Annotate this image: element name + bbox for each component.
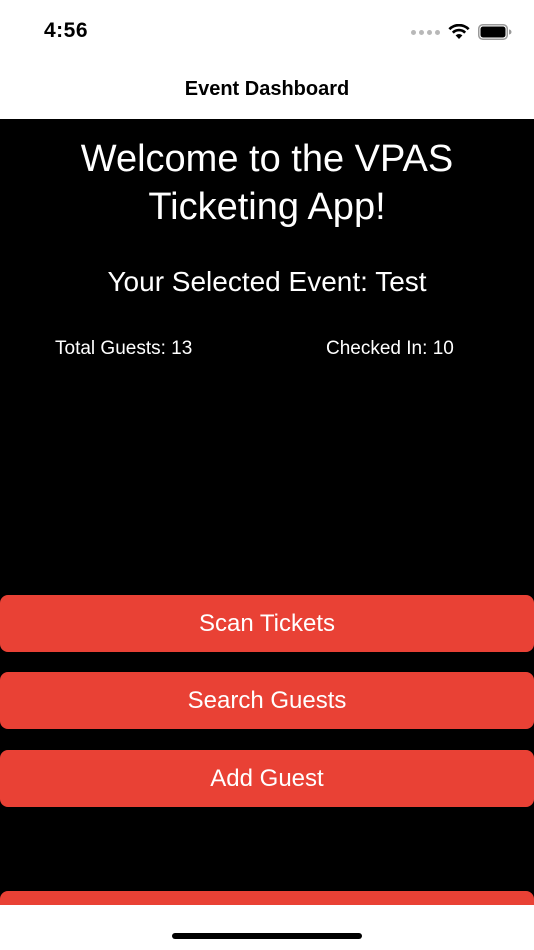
search-guests-button[interactable]: Search Guests (0, 672, 534, 729)
checked-in-stat: Checked In: 10 (326, 337, 454, 361)
status-icons (411, 22, 512, 42)
add-guest-button[interactable]: Add Guest (0, 750, 534, 807)
home-indicator[interactable] (172, 933, 362, 939)
total-guests-label: Total Guests: (55, 338, 166, 359)
wifi-icon (448, 24, 470, 39)
selected-event-label: Your Selected Event: (107, 266, 368, 297)
checked-in-value: 10 (432, 338, 454, 359)
total-guests-value: 13 (171, 338, 193, 359)
page-title: Event Dashboard (184, 78, 350, 100)
navigation-bar: Event Dashboard (0, 62, 534, 119)
selected-event-name: Test (375, 266, 427, 297)
selected-event-line: Your Selected Event: Test (0, 265, 534, 299)
signal-dots-icon (411, 29, 440, 35)
battery-icon (478, 24, 512, 40)
total-guests-stat: Total Guests: 13 (55, 337, 192, 361)
dashboard-content: Welcome to the VPAS Ticketing App! Your … (0, 119, 534, 905)
partially-visible-button[interactable] (0, 891, 534, 905)
status-bar: 4:56 (0, 0, 534, 62)
checked-in-label: Checked In: (326, 338, 428, 359)
status-time: 4:56 (44, 19, 89, 42)
home-indicator-area (0, 905, 534, 950)
welcome-heading: Welcome to the VPAS Ticketing App! (80, 138, 454, 228)
scan-tickets-button[interactable]: Scan Tickets (0, 595, 534, 652)
